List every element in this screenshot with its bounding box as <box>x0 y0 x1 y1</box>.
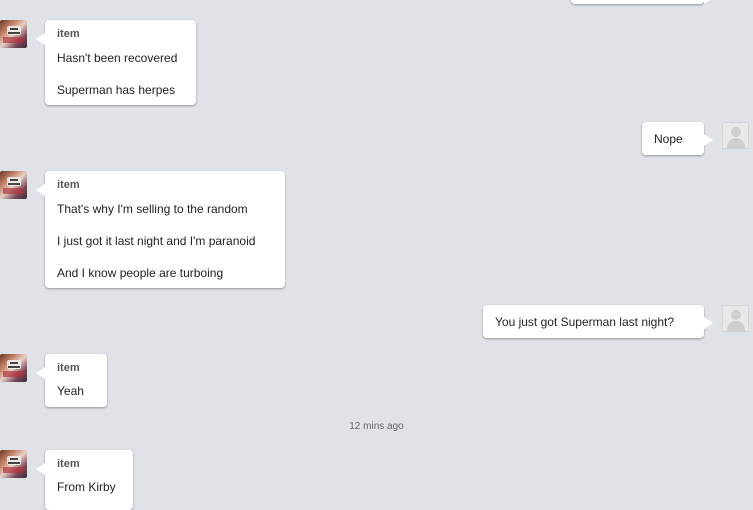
sender-name[interactable]: item <box>57 458 80 470</box>
message-bubble-outgoing: Nope <box>642 122 713 155</box>
message-text: I just got it last night and I'm paranoi… <box>57 234 256 248</box>
message-text: That's why I'm selling to the random <box>57 202 248 216</box>
message-bubble-partial <box>571 0 713 4</box>
message-bubble: item Hasn't been recovered Superman has … <box>36 20 196 105</box>
contact-avatar[interactable] <box>0 354 27 382</box>
sender-name[interactable]: item <box>57 179 80 191</box>
user-avatar[interactable] <box>722 122 749 149</box>
message-timestamp: 12 mins ago <box>349 421 404 432</box>
message-text: Nope <box>654 132 683 146</box>
user-avatar[interactable] <box>722 305 749 332</box>
message-text: Hasn't been recovered <box>57 51 178 65</box>
sender-name[interactable]: item <box>57 362 80 374</box>
message-text: Superman has herpes <box>57 83 176 97</box>
message-bubble: item That's why I'm selling to the rando… <box>36 171 285 288</box>
message-text: And I know people are turboing <box>57 266 224 280</box>
message-text: You just got Superman last night? <box>495 315 675 329</box>
message-bubble: item From Kirby <box>36 450 133 510</box>
contact-avatar[interactable] <box>0 450 27 478</box>
message-text: Yeah <box>57 384 84 398</box>
message-bubble: item Yeah <box>36 354 107 407</box>
contact-avatar[interactable] <box>0 20 27 48</box>
message-bubble-outgoing: You just got Superman last night? <box>483 305 713 338</box>
sender-name[interactable]: item <box>57 28 80 40</box>
contact-avatar[interactable] <box>0 171 27 199</box>
